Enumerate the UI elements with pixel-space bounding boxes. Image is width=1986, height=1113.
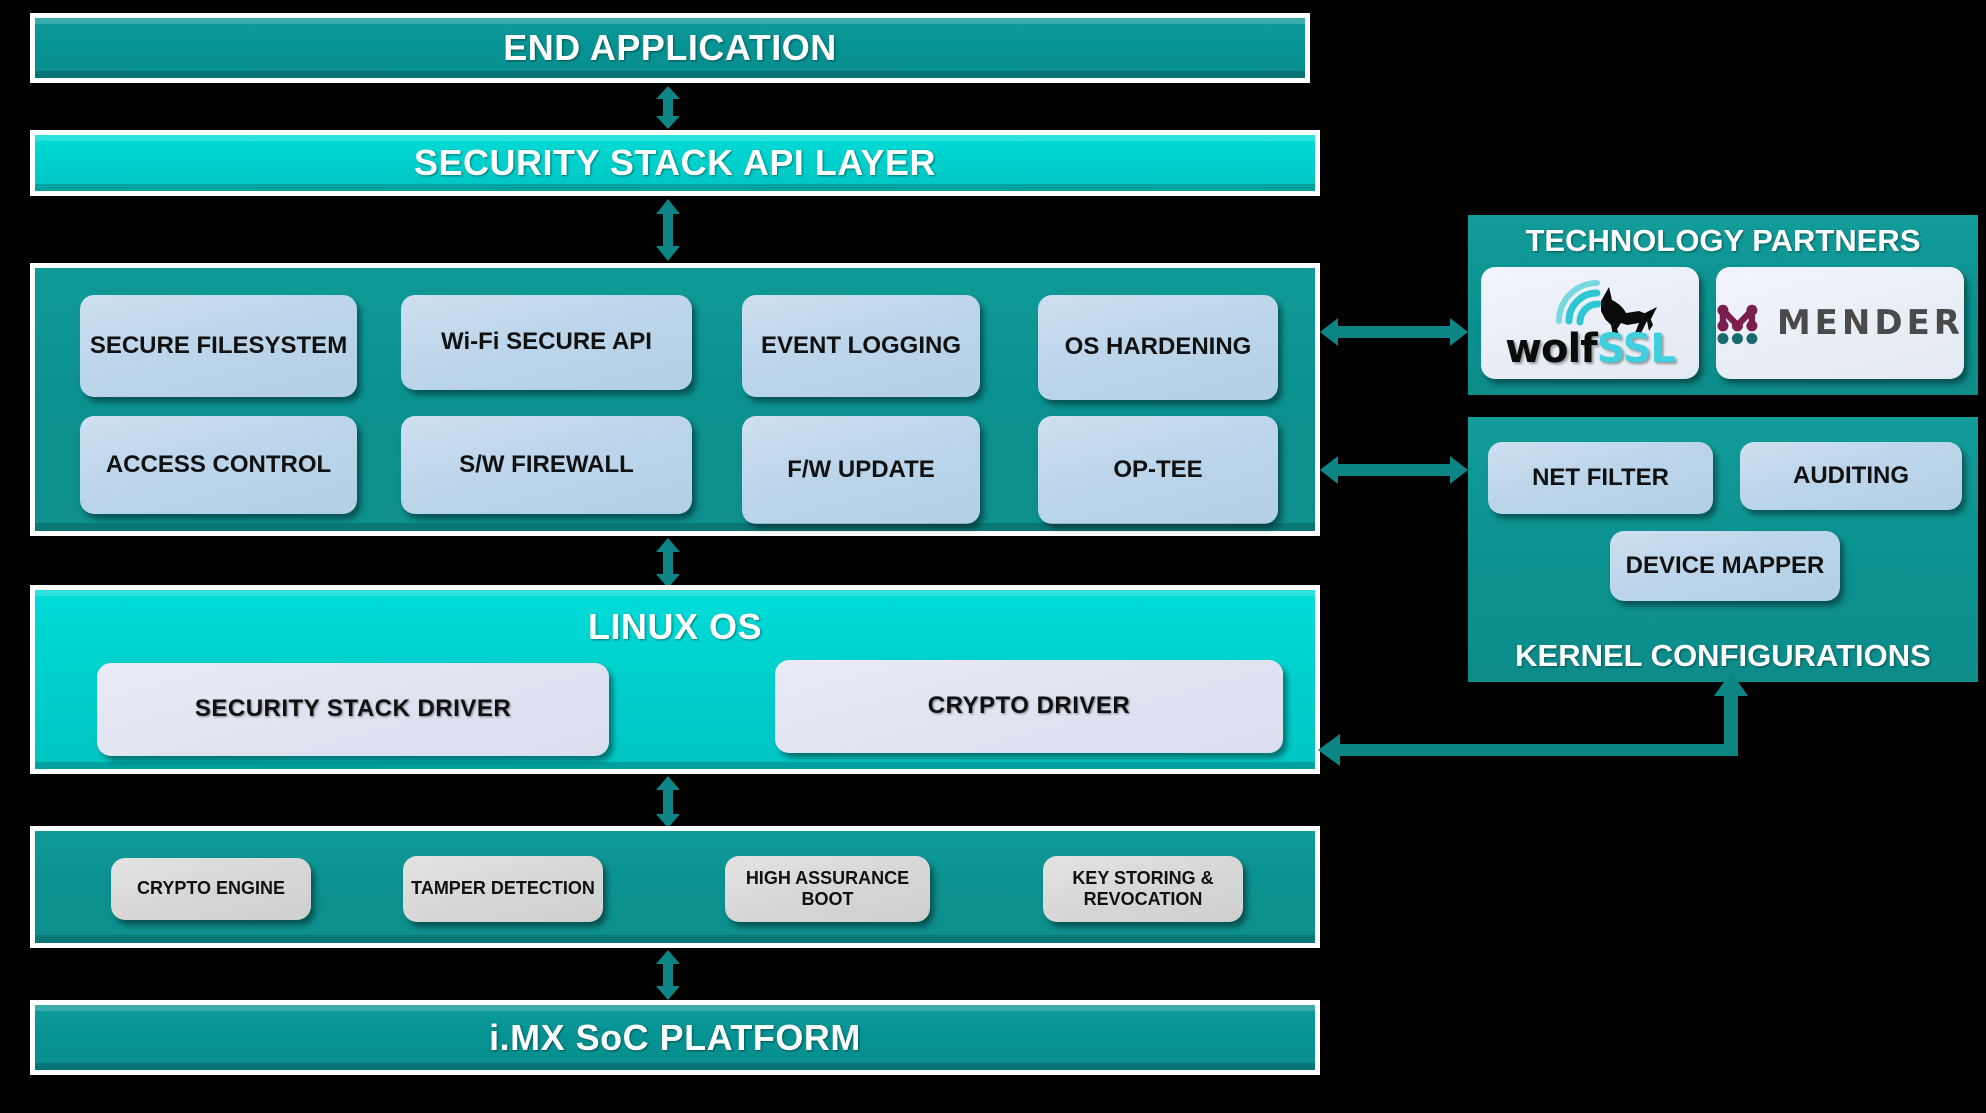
kernel-auditing[interactable]: AUDITING xyxy=(1740,442,1962,510)
module-wifi-secure-api[interactable]: Wi-Fi SECURE API xyxy=(401,295,692,390)
technology-partners-title: TECHNOLOGY PARTNERS xyxy=(1525,223,1921,258)
hw-label: HIGH ASSURANCE BOOT xyxy=(745,867,910,909)
kernel-item-label: DEVICE MAPPER xyxy=(1625,551,1825,579)
arrow-hardware-to-soc-platform xyxy=(650,950,686,1000)
module-sw-firewall[interactable]: S/W FIREWALL xyxy=(401,416,692,514)
wolfssl-word-ssl: SSL xyxy=(1596,326,1676,372)
wolfssl-wordmark: wolfSSL xyxy=(1481,329,1699,369)
layer-soc-platform: i.MX SoC PLATFORM xyxy=(30,1000,1320,1075)
arrow-linux-os-to-hardware xyxy=(650,776,686,828)
arrow-modules-to-technology-partners xyxy=(1320,312,1468,352)
layer-end-application: END APPLICATION xyxy=(30,13,1310,83)
kernel-configurations-panel: NET FILTER AUDITING DEVICE MAPPER KERNEL… xyxy=(1468,417,1978,682)
partner-card-mender[interactable]: MENDER xyxy=(1716,267,1964,379)
technology-partners-panel: TECHNOLOGY PARTNERS wolfSSL MENDER xyxy=(1468,215,1978,395)
partner-card-wolfssl[interactable]: wolfSSL xyxy=(1481,267,1699,379)
kernel-configurations-title: KERNEL CONFIGURATIONS xyxy=(1515,638,1931,673)
wolfssl-word-wolf: wolf xyxy=(1505,326,1598,372)
kernel-device-mapper[interactable]: DEVICE MAPPER xyxy=(1610,531,1840,601)
driver-label: SECURITY STACK DRIVER xyxy=(194,695,512,723)
hardware-security-panel: CRYPTO ENGINE TAMPER DETECTION HIGH ASSU… xyxy=(30,826,1320,948)
module-secure-filesystem[interactable]: SECURE FILESYSTEM xyxy=(80,295,357,397)
kernel-net-filter[interactable]: NET FILTER xyxy=(1488,442,1713,514)
hw-crypto-engine[interactable]: CRYPTO ENGINE xyxy=(111,858,311,920)
linux-os-label: LINUX OS xyxy=(587,606,762,647)
mender-wordmark: MENDER xyxy=(1776,302,1964,343)
end-application-label: END APPLICATION xyxy=(503,27,837,68)
module-access-control[interactable]: ACCESS CONTROL xyxy=(80,416,357,514)
arrow-kernel-configurations-to-linux-os xyxy=(1300,672,1760,782)
arrow-api-layer-to-security-modules xyxy=(650,199,686,261)
wolfssl-logo: wolfSSL xyxy=(1481,267,1699,379)
module-label: Wi-Fi SECURE API xyxy=(441,328,652,356)
driver-security-stack[interactable]: SECURITY STACK DRIVER xyxy=(97,663,609,756)
hw-high-assurance-boot[interactable]: HIGH ASSURANCE BOOT xyxy=(725,856,930,922)
security-modules-panel: SECURE FILESYSTEM Wi-Fi SECURE API EVENT… xyxy=(30,263,1320,536)
module-event-logging[interactable]: EVENT LOGGING xyxy=(742,295,980,397)
layer-linux-os: LINUX OS SECURITY STACK DRIVER CRYPTO DR… xyxy=(30,585,1320,774)
kernel-item-label: AUDITING xyxy=(1793,461,1909,489)
hw-label: TAMPER DETECTION xyxy=(411,878,595,899)
module-label: F/W UPDATE xyxy=(787,455,935,483)
hw-label: CRYPTO ENGINE xyxy=(136,878,286,899)
hw-tamper-detection[interactable]: TAMPER DETECTION xyxy=(403,856,603,922)
layer-security-stack-api: SECURITY STACK API LAYER xyxy=(30,130,1320,196)
hw-key-storing-revocation[interactable]: KEY STORING & REVOCATION xyxy=(1043,856,1243,922)
driver-crypto[interactable]: CRYPTO DRIVER xyxy=(775,660,1283,753)
diagram-canvas: END APPLICATION SECURITY STACK API LAYER… xyxy=(0,0,1986,1113)
hw-label: KEY STORING & REVOCATION xyxy=(1072,867,1214,909)
module-fw-update[interactable]: F/W UPDATE xyxy=(742,416,980,524)
module-os-hardening[interactable]: OS HARDENING xyxy=(1038,295,1278,400)
module-label: OP-TEE xyxy=(1113,455,1203,483)
kernel-item-label: NET FILTER xyxy=(1532,463,1669,491)
module-op-tee[interactable]: OP-TEE xyxy=(1038,416,1278,524)
module-label: SECURE FILESYSTEM xyxy=(89,331,348,359)
api-layer-label: SECURITY STACK API LAYER xyxy=(413,142,937,183)
soc-platform-label: i.MX SoC PLATFORM xyxy=(489,1016,861,1058)
arrow-security-modules-to-linux-os xyxy=(650,538,686,588)
arrow-end-application-to-api-layer xyxy=(650,86,686,129)
arrow-modules-to-kernel-configurations xyxy=(1320,450,1468,490)
module-label: EVENT LOGGING xyxy=(760,331,961,359)
module-label: ACCESS CONTROL xyxy=(105,450,332,478)
mender-logo-icon xyxy=(1717,304,1758,345)
module-label: S/W FIREWALL xyxy=(459,450,634,478)
driver-label: CRYPTO DRIVER xyxy=(927,692,1131,720)
module-label: OS HARDENING xyxy=(1064,333,1252,361)
